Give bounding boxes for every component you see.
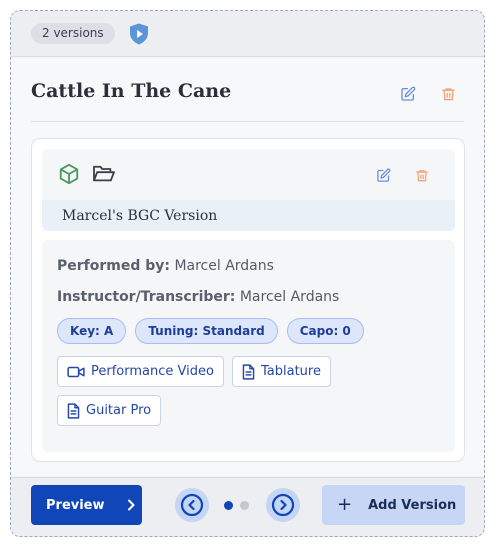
- preview-label: Preview: [46, 497, 105, 513]
- delete-song-button[interactable]: [437, 83, 459, 105]
- performance-video-label: Performance Video: [91, 364, 214, 379]
- preview-button[interactable]: Preview: [31, 485, 142, 525]
- performed-by-label: Performed by:: [57, 258, 170, 274]
- version-card-header: Marcel's BGC Version: [42, 149, 455, 231]
- chevron-right-icon: [127, 499, 135, 511]
- cube-icon: [58, 163, 80, 185]
- trash-icon: [441, 88, 455, 101]
- performed-by-line: Performed by: Marcel Ardans: [57, 258, 274, 274]
- pagination-dot[interactable]: [240, 501, 249, 510]
- card-footer: Preview + Add Version: [11, 477, 484, 536]
- tablature-button[interactable]: Tablature: [232, 356, 331, 387]
- plus-icon: +: [337, 494, 353, 515]
- song-card: 2 versions Cattle In The Cane Marcel's B…: [10, 10, 485, 537]
- folder-open-icon[interactable]: [92, 164, 116, 184]
- instructor-label: Instructor/Transcriber:: [57, 289, 236, 305]
- chevron-left-circle-icon: [180, 493, 204, 517]
- version-card: Marcel's BGC Version Performed by: Marce…: [31, 138, 465, 462]
- tablature-label: Tablature: [261, 364, 321, 379]
- trash-icon: [416, 169, 428, 181]
- pagination-dot-active[interactable]: [224, 501, 233, 510]
- instructor-line: Instructor/Transcriber: Marcel Ardans: [57, 289, 339, 305]
- document-icon: [242, 363, 255, 380]
- delete-version-button[interactable]: [411, 164, 433, 186]
- chevron-right-circle-icon: [271, 493, 295, 517]
- edit-icon: [401, 86, 416, 101]
- edit-icon: [376, 168, 390, 182]
- add-version-button[interactable]: + Add Version: [322, 485, 465, 525]
- add-version-label: Add Version: [368, 497, 457, 513]
- song-title: Cattle In The Cane: [31, 80, 232, 102]
- performance-video-button[interactable]: Performance Video: [57, 356, 224, 387]
- versions-badge: 2 versions: [31, 23, 115, 44]
- video-camera-icon: [67, 366, 85, 377]
- guitar-pro-label: Guitar Pro: [86, 403, 152, 418]
- version-details: Performed by: Marcel Ardans Instructor/T…: [42, 240, 455, 452]
- shield-play-icon[interactable]: [127, 22, 151, 46]
- key-chip: Key: A: [57, 318, 127, 344]
- version-tags: Key: A Tuning: Standard Capo: 0: [57, 318, 364, 344]
- song-main: Cattle In The Cane Marcel's BGC Version …: [11, 58, 484, 476]
- previous-version-button[interactable]: [175, 488, 209, 522]
- edit-song-button[interactable]: [397, 83, 419, 105]
- edit-version-button[interactable]: [372, 164, 394, 186]
- next-version-button[interactable]: [266, 488, 300, 522]
- document-icon: [67, 402, 80, 419]
- performed-by-value: Marcel Ardans: [174, 258, 274, 274]
- title-divider: [31, 121, 464, 122]
- instructor-value: Marcel Ardans: [239, 289, 340, 305]
- version-name: Marcel's BGC Version: [42, 200, 455, 231]
- versions-header: 2 versions: [11, 11, 484, 57]
- guitar-pro-button[interactable]: Guitar Pro: [57, 395, 162, 426]
- tuning-chip: Tuning: Standard: [135, 318, 278, 344]
- capo-chip: Capo: 0: [286, 318, 364, 344]
